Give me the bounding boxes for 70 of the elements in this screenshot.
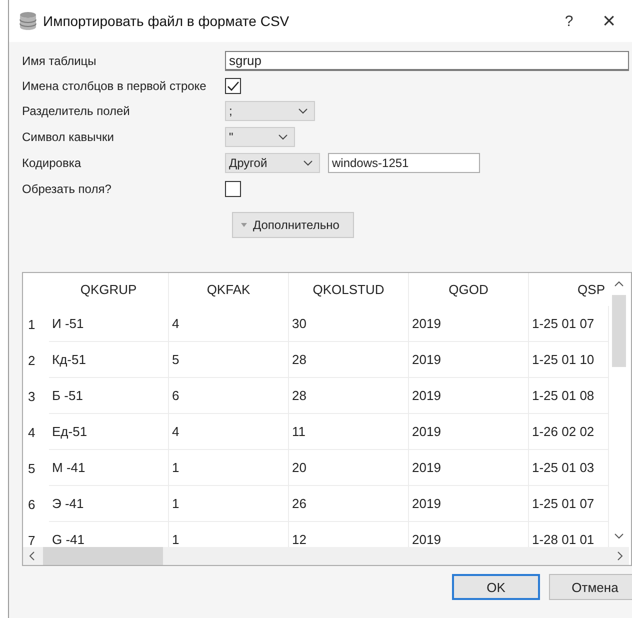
advanced-button[interactable]: Дополнительно: [232, 212, 354, 238]
row-number: 4: [27, 424, 36, 442]
table-cell: 6: [169, 378, 289, 414]
field-label: Разделитель полей: [22, 104, 131, 118]
close-button[interactable]: ×: [589, 6, 629, 36]
help-button[interactable]: ?: [549, 6, 589, 36]
field-label: Обрезать поля?: [22, 182, 112, 196]
database-icon: [19, 11, 37, 31]
table-cell: И -51: [49, 306, 169, 342]
dropdown[interactable]: ;: [225, 101, 315, 121]
cancel-button[interactable]: Отмена: [549, 574, 632, 600]
row-number: 2: [27, 352, 36, 370]
ok-button[interactable]: OK: [452, 574, 540, 600]
horizontal-scrollbar[interactable]: [23, 547, 629, 565]
checkbox[interactable]: [225, 78, 241, 94]
chevron-icon: [303, 160, 313, 166]
table-cell: 28: [289, 342, 409, 378]
field-label: Имя таблицы: [22, 54, 98, 68]
column-header[interactable]: QGOD: [409, 273, 529, 306]
table-cell: Б -51: [49, 378, 169, 414]
field-label: Имена столбцов в первой строке: [22, 79, 208, 93]
row-number: 1: [27, 316, 36, 334]
column-header[interactable]: QKFAK: [169, 273, 289, 306]
dropdown[interactable]: ": [225, 127, 295, 147]
scrollbar-thumb[interactable]: [43, 547, 163, 565]
table-cell: 2019: [409, 306, 529, 342]
table-cell: Ед-51: [49, 414, 169, 450]
dropdown-value: ;: [229, 104, 232, 118]
triangle-icon: [241, 223, 247, 227]
table-cell: 4: [169, 414, 289, 450]
scroll-up-icon[interactable]: [614, 281, 624, 287]
chevron-icon: [278, 134, 288, 140]
table-cell: 20: [289, 450, 409, 486]
table-cell: 2019: [409, 342, 529, 378]
scroll-down-icon[interactable]: [614, 533, 624, 539]
table-cell: 4: [169, 306, 289, 342]
scroll-left-icon[interactable]: [29, 551, 35, 561]
column-header[interactable]: QSP: [529, 273, 609, 306]
dropdown[interactable]: Другой: [225, 153, 320, 173]
table-cell: 30: [289, 306, 409, 342]
dropdown-value: Другой: [229, 156, 268, 170]
table-cell: 2019: [409, 378, 529, 414]
row-number: 6: [27, 496, 36, 514]
table-cell: Кд-51: [49, 342, 169, 378]
table-cell: 2019: [409, 486, 529, 522]
field-label: Кодировка: [22, 156, 82, 170]
field-label: Символ кавычки: [22, 130, 115, 144]
scrollbar-thumb[interactable]: [612, 295, 626, 367]
table-cell: 2019: [409, 450, 529, 486]
row-number: 5: [27, 460, 36, 478]
table-name-field[interactable]: sgrup: [225, 51, 629, 71]
checkbox[interactable]: [225, 181, 241, 197]
column-header[interactable]: QKOLSTUD: [289, 273, 409, 306]
table-cell: 28: [289, 378, 409, 414]
table-cell: 2019: [409, 414, 529, 450]
table-cell: 1: [169, 450, 289, 486]
column-header[interactable]: QKGRUP: [49, 273, 169, 306]
window-title: Импортировать файл в формате CSV: [43, 13, 290, 29]
table-cell: М -41: [49, 450, 169, 486]
scroll-right-icon[interactable]: [617, 551, 623, 561]
table-cell: 5: [169, 342, 289, 378]
row-number: 3: [27, 388, 36, 406]
table-cell: 11: [289, 414, 409, 450]
encoding-field[interactable]: windows-1251: [328, 153, 480, 173]
table-cell: 1: [169, 486, 289, 522]
table-cell: 26: [289, 486, 409, 522]
table-cell: Э -41: [49, 486, 169, 522]
chevron-icon: [298, 108, 308, 114]
row-number: 7: [27, 532, 36, 547]
dropdown-value: ": [229, 130, 234, 144]
